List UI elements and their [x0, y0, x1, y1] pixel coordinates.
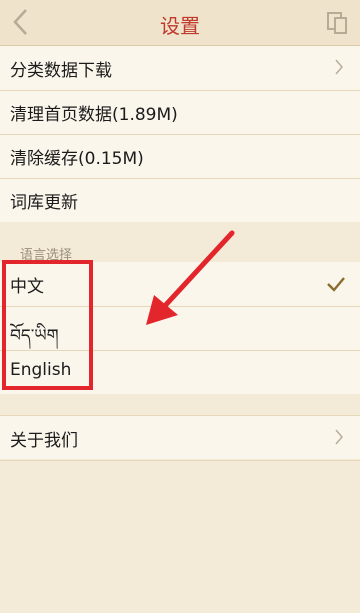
settings-item-label: 词库更新 — [10, 193, 78, 213]
chevron-right-icon — [335, 429, 343, 445]
chevron-right-icon — [335, 59, 343, 75]
settings-item-category-download[interactable]: 分类数据下载 — [0, 46, 360, 91]
settings-item-about[interactable]: 关于我们 — [0, 415, 360, 461]
settings-item-clear-home-data[interactable]: 清理首页数据(1.89M) — [0, 90, 360, 135]
settings-item-dictionary-update[interactable]: 词库更新 — [0, 178, 360, 222]
settings-item-label: 分类数据下载 — [10, 61, 112, 81]
annotation-arrow-icon — [146, 230, 235, 325]
annotation-highlight-box — [2, 260, 93, 390]
copy-icon[interactable] — [326, 11, 350, 35]
settings-item-label: 清除缓存(0.15M) — [10, 149, 144, 169]
settings-item-clear-cache[interactable]: 清除缓存(0.15M) — [0, 134, 360, 179]
page-title: 设置 — [160, 14, 200, 38]
checkmark-icon — [327, 277, 345, 292]
settings-item-label: 清理首页数据(1.89M) — [10, 105, 178, 125]
top-bar: 设置 — [0, 0, 360, 46]
settings-item-label: 关于我们 — [10, 431, 78, 451]
